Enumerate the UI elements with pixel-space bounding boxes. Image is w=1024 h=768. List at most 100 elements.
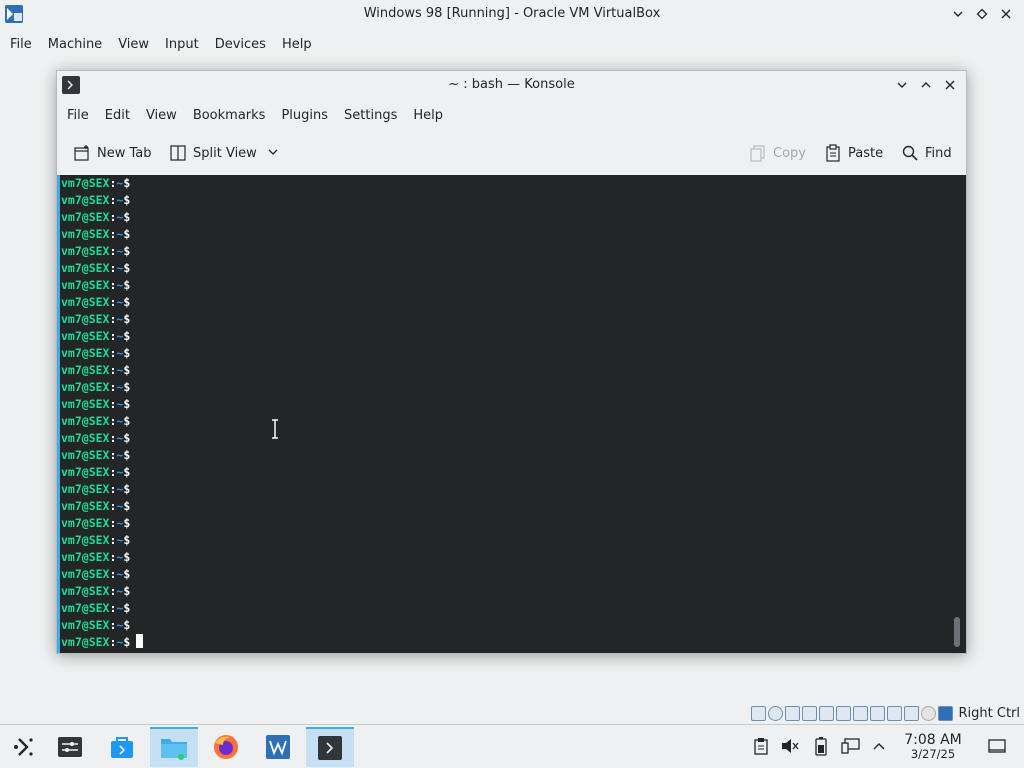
application-launcher[interactable] bbox=[0, 727, 48, 767]
terminal-line: vm7@SEX:~$ bbox=[60, 634, 966, 651]
konsole-menu-help[interactable]: Help bbox=[405, 108, 451, 123]
mouse-integration-icon[interactable] bbox=[920, 705, 936, 721]
terminal-line: vm7@SEX:~$ bbox=[60, 260, 966, 277]
prompt-user: vm7@SEX bbox=[61, 380, 110, 394]
prompt-user: vm7@SEX bbox=[61, 363, 110, 377]
konsole-window: ~ : bash — Konsole File Edit View Bookma… bbox=[56, 70, 967, 654]
hard-disk-icon[interactable] bbox=[750, 705, 766, 721]
terminal-line: vm7@SEX:~$ bbox=[60, 549, 966, 566]
paste-button[interactable]: Paste bbox=[824, 141, 883, 165]
prompt-symbol: $ bbox=[123, 380, 131, 394]
video-capture-icon[interactable] bbox=[886, 705, 902, 721]
chevron-down-icon[interactable] bbox=[263, 147, 283, 159]
chevron-up-icon[interactable] bbox=[868, 735, 890, 757]
volume-muted-icon[interactable] bbox=[779, 735, 801, 757]
konsole-titlebar[interactable]: ~ : bash — Konsole bbox=[57, 71, 966, 99]
new-tab-button[interactable]: New Tab bbox=[73, 141, 152, 165]
floppy-icon[interactable] bbox=[784, 705, 800, 721]
prompt-user: vm7@SEX bbox=[61, 550, 110, 564]
close-icon[interactable] bbox=[996, 4, 1016, 24]
close-icon[interactable] bbox=[940, 75, 960, 95]
terminal-line: vm7@SEX:~$ bbox=[60, 566, 966, 583]
minimize-icon[interactable] bbox=[892, 75, 912, 95]
terminal-line: vm7@SEX:~$ bbox=[60, 481, 966, 498]
copy-label: Copy bbox=[773, 145, 806, 161]
prompt-user: vm7@SEX bbox=[61, 227, 110, 241]
split-view-button[interactable]: Split View bbox=[169, 141, 283, 165]
terminal-scrollbar[interactable] bbox=[954, 617, 960, 647]
terminal-line: vm7@SEX:~$ bbox=[60, 294, 966, 311]
prompt-symbol: $ bbox=[123, 414, 131, 428]
konsole-menu-settings[interactable]: Settings bbox=[336, 108, 405, 123]
prompt-user: vm7@SEX bbox=[61, 193, 110, 207]
vbox-menu-machine[interactable]: Machine bbox=[40, 37, 110, 52]
new-tab-label: New Tab bbox=[97, 145, 152, 161]
konsole-icon bbox=[318, 736, 342, 760]
usb-icon[interactable] bbox=[835, 705, 851, 721]
konsole-menu-file[interactable]: File bbox=[59, 108, 97, 123]
file-manager[interactable] bbox=[150, 727, 198, 767]
prompt-symbol: $ bbox=[123, 499, 131, 513]
optical-disk-icon[interactable] bbox=[767, 705, 783, 721]
split-view-icon bbox=[170, 145, 186, 161]
terminal-line: vm7@SEX:~$ bbox=[60, 396, 966, 413]
settings-sliders-icon bbox=[58, 737, 82, 757]
firefox[interactable] bbox=[202, 727, 250, 767]
prompt-user: vm7@SEX bbox=[61, 635, 110, 649]
prompt-user: vm7@SEX bbox=[61, 176, 110, 190]
clock[interactable]: 7:08 AM 3/27/25 bbox=[898, 732, 968, 761]
prompt-symbol: $ bbox=[123, 397, 131, 411]
konsole-menu-bookmarks[interactable]: Bookmarks bbox=[185, 108, 274, 123]
konsole-window-title: ~ : bash — Konsole bbox=[448, 77, 575, 92]
konsole[interactable] bbox=[306, 727, 354, 767]
prompt-user: vm7@SEX bbox=[61, 329, 110, 343]
show-desktop-icon[interactable] bbox=[986, 735, 1008, 757]
minimize-icon[interactable] bbox=[948, 4, 968, 24]
konsole-menu-edit[interactable]: Edit bbox=[97, 108, 138, 123]
recording-icon[interactable] bbox=[903, 705, 919, 721]
keyboard-capture-icon[interactable] bbox=[937, 705, 953, 721]
virtualbox[interactable] bbox=[254, 727, 302, 767]
prompt-symbol: $ bbox=[123, 465, 131, 479]
new-tab-icon bbox=[74, 145, 89, 161]
prompt-user: vm7@SEX bbox=[61, 295, 110, 309]
vbox-menubar: File Machine View Input Devices Help bbox=[0, 30, 1024, 58]
terminal-line: vm7@SEX:~$ bbox=[60, 447, 966, 464]
shared-folders-icon[interactable] bbox=[852, 705, 868, 721]
prompt-symbol: $ bbox=[123, 295, 131, 309]
prompt-user: vm7@SEX bbox=[61, 261, 110, 275]
terminal-line: vm7@SEX:~$ bbox=[60, 617, 966, 634]
vbox-menu-devices[interactable]: Devices bbox=[207, 37, 274, 52]
prompt-user: vm7@SEX bbox=[61, 618, 110, 632]
konsole-menubar: File Edit View Bookmarks Plugins Setting… bbox=[57, 101, 451, 129]
find-button[interactable]: Find bbox=[901, 141, 952, 165]
desktop-pager[interactable] bbox=[46, 727, 94, 767]
terminal-view[interactable]: vm7@SEX:~$ vm7@SEX:~$ vm7@SEX:~$ vm7@SEX:~$… bbox=[57, 175, 966, 653]
prompt-user: vm7@SEX bbox=[61, 414, 110, 428]
terminal-line: vm7@SEX:~$ bbox=[60, 209, 966, 226]
vbox-menu-input[interactable]: Input bbox=[157, 37, 207, 52]
battery-icon[interactable] bbox=[810, 735, 832, 757]
discover[interactable] bbox=[98, 727, 146, 767]
terminal-line: vm7@SEX:~$ bbox=[60, 498, 966, 515]
terminal-line: vm7@SEX:~$ bbox=[60, 464, 966, 481]
prompt-symbol: $ bbox=[123, 635, 131, 649]
network-icon[interactable] bbox=[818, 705, 834, 721]
konsole-menu-view[interactable]: View bbox=[138, 108, 185, 123]
prompt-user: vm7@SEX bbox=[61, 499, 110, 513]
clipboard-icon[interactable] bbox=[750, 735, 772, 757]
kde-launcher-icon bbox=[14, 738, 33, 756]
prompt-user: vm7@SEX bbox=[61, 533, 110, 547]
maximize-icon[interactable] bbox=[972, 4, 992, 24]
terminal-line: vm7@SEX:~$ bbox=[60, 243, 966, 260]
vbox-menu-help[interactable]: Help bbox=[274, 37, 320, 52]
maximize-icon[interactable] bbox=[916, 75, 936, 95]
audio-icon[interactable] bbox=[801, 705, 817, 721]
prompt-user: vm7@SEX bbox=[61, 312, 110, 326]
konsole-menu-plugins[interactable]: Plugins bbox=[273, 108, 336, 123]
network-wired-icon[interactable] bbox=[840, 735, 862, 757]
copy-button[interactable]: Copy bbox=[749, 141, 806, 165]
vbox-menu-view[interactable]: View bbox=[110, 37, 157, 52]
vbox-menu-file[interactable]: File bbox=[2, 37, 40, 52]
display-icon[interactable] bbox=[869, 705, 885, 721]
